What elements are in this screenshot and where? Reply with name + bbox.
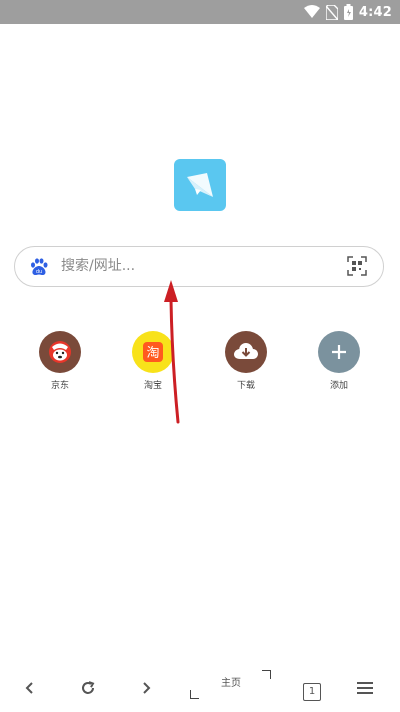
shortcut-label: 京东 [50, 381, 69, 391]
search-input[interactable]: 搜索/网址... [61, 247, 135, 286]
wifi-icon [303, 5, 320, 18]
menu-button[interactable] [351, 674, 379, 702]
qr-scan-icon[interactable] [347, 256, 367, 276]
refresh-icon [82, 681, 95, 694]
baidu-paw-icon[interactable]: du [29, 257, 49, 277]
shortcut-label: 添加 [329, 381, 348, 391]
home-button[interactable]: 主页 [186, 664, 272, 712]
back-button[interactable] [16, 674, 44, 702]
shortcut-add[interactable]: 添加 [309, 331, 369, 393]
search-bar[interactable]: du 搜索/网址... [14, 246, 384, 287]
home-bracket-right [262, 670, 271, 679]
bottom-navigation: 主页 [0, 664, 400, 712]
status-time: 4:42 [358, 4, 392, 20]
home-label: 主页 [221, 678, 241, 689]
chevron-right-icon [143, 682, 151, 694]
annotation-arrow [164, 280, 180, 424]
paper-plane-logo-icon [187, 173, 213, 197]
no-sim-icon [325, 4, 338, 20]
shortcut-jd[interactable]: 京东 [30, 331, 90, 393]
chevron-left-icon [25, 682, 33, 694]
browser-logo [174, 159, 226, 211]
plus-icon[interactable] [318, 331, 360, 373]
home-bracket-left [190, 690, 199, 699]
shortcut-download[interactable]: 下载 [216, 331, 276, 393]
shortcut-label: 下载 [236, 381, 255, 391]
forward-button[interactable] [132, 674, 160, 702]
status-icons: 4:42 [303, 0, 392, 24]
menu-icon [357, 682, 373, 694]
svg-text:du: du [36, 269, 42, 275]
tabs-button[interactable]: 1 [303, 683, 321, 701]
status-bar: 4:42 [0, 0, 400, 24]
refresh-button[interactable] [74, 674, 102, 702]
download-icon[interactable] [225, 331, 267, 373]
jd-icon[interactable] [39, 331, 81, 373]
battery-icon [343, 4, 353, 20]
